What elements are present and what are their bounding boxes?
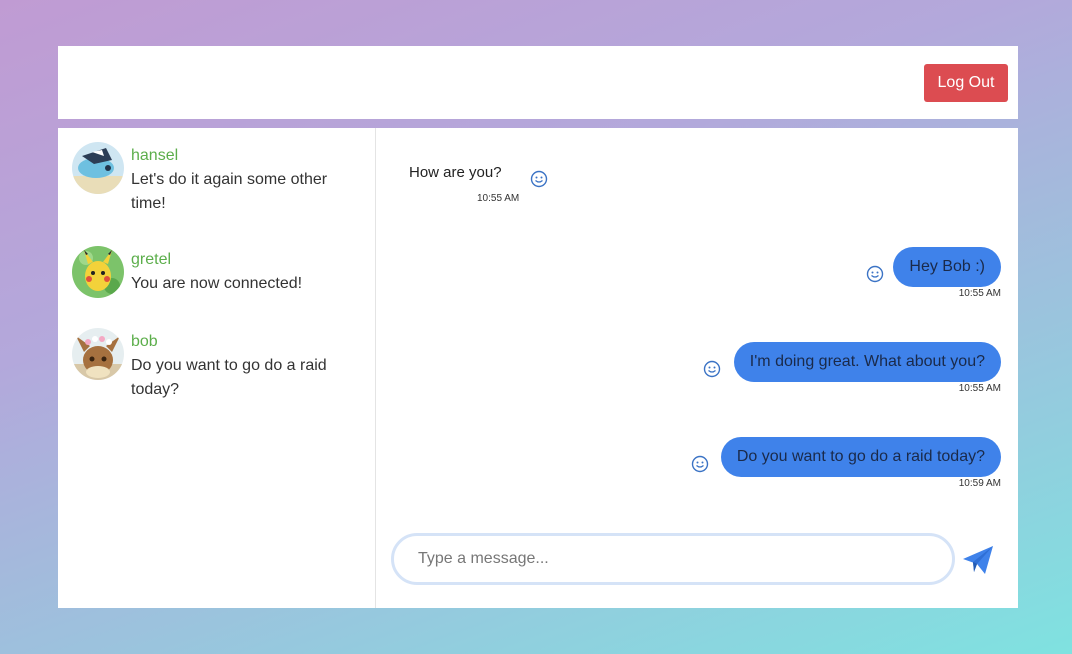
message-timestamp: 10:55 AM — [477, 193, 520, 204]
avatar — [72, 246, 124, 298]
contact-name: bob — [131, 333, 158, 350]
message-incoming: How are you? — [409, 164, 502, 181]
contact-name: gretel — [131, 251, 172, 268]
avatar — [72, 142, 124, 194]
contact-gretel[interactable]: gretel You are now connected! — [58, 246, 375, 328]
message-timestamp: 10:59 AM — [958, 478, 1001, 489]
smiley-icon[interactable] — [691, 455, 709, 473]
smiley-icon[interactable] — [703, 360, 721, 378]
message-input[interactable] — [418, 550, 952, 568]
smiley-icon[interactable] — [530, 170, 548, 188]
contacts-sidebar: hansel Let's do it again some other time… — [58, 128, 376, 608]
conversation-area: How are you? 10:55 AM Hey Bob :) 10:55 A… — [376, 128, 1018, 608]
avatar — [72, 328, 124, 380]
contact-last-message: Do you want to go do a raid today? — [131, 357, 327, 398]
paper-plane-icon[interactable] — [960, 542, 996, 578]
message-outgoing: Hey Bob :) — [893, 247, 1001, 287]
message-outgoing: I'm doing great. What about you? — [733, 342, 1001, 382]
message-composer — [391, 533, 955, 585]
message-timestamp: 10:55 AM — [958, 288, 1001, 299]
smiley-icon[interactable] — [866, 265, 884, 283]
chat-panel: hansel Let's do it again some other time… — [58, 128, 1018, 608]
contact-hansel[interactable]: hansel Let's do it again some other time… — [58, 142, 375, 246]
logout-button[interactable]: Log Out — [924, 64, 1008, 102]
message-outgoing: Do you want to go do a raid today? — [720, 437, 1001, 477]
top-bar: Log Out — [58, 46, 1018, 119]
contact-last-message: You are now connected! — [131, 275, 303, 292]
contact-bob[interactable]: bob Do you want to go do a raid today? — [58, 328, 375, 408]
contact-name: hansel — [131, 147, 179, 164]
message-timestamp: 10:55 AM — [958, 383, 1001, 394]
contact-last-message: Let's do it again some other time! — [131, 171, 328, 212]
